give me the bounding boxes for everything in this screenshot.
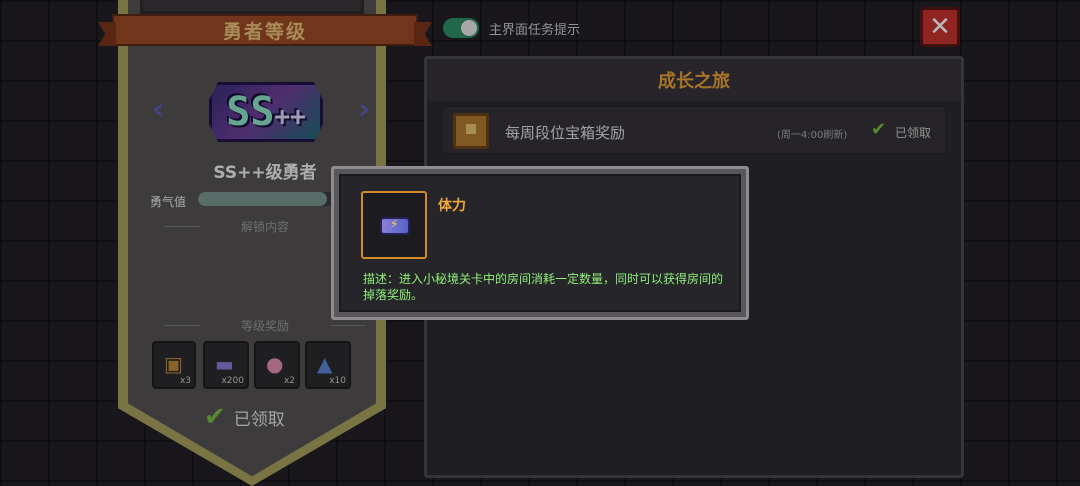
reward-qty: x10 [329, 376, 346, 386]
rank-title-ribbon: 勇者等级 [112, 14, 418, 46]
reward-row-status: 已领取 [895, 126, 932, 140]
rank-claimed-status: ✔ 已领取 [204, 402, 285, 432]
rank-badge-plus: ++ [274, 102, 306, 132]
reward-row-title: 每周段位宝箱奖励 [505, 124, 626, 142]
reward-row-refresh: (周一4:00刷新) [777, 130, 848, 141]
checkmark-icon: ✔ [871, 119, 887, 140]
prev-rank-arrow-icon[interactable]: ‹ [152, 92, 164, 127]
rank-badge: SS++ [205, 76, 327, 148]
rank-panel-title: 勇者等级 [222, 20, 307, 43]
reward-slot-battery[interactable]: ▬ x200 [203, 341, 249, 389]
weekly-chest-reward-row[interactable]: 每周段位宝箱奖励 (周一4:00刷新) ✔ 已领取 [441, 105, 947, 155]
journey-header: 成长之旅 [427, 59, 961, 101]
banner-top-frame [140, 0, 364, 14]
chest-icon: ▣ [164, 352, 183, 376]
reward-qty: x2 [283, 376, 295, 386]
toggle-knob [461, 20, 477, 36]
item-description: 描述：进入小秘境关卡中的房间消耗一定数量，同时可以获得房间的掉落奖励。 [363, 272, 724, 302]
close-button[interactable]: ✕ [920, 7, 960, 47]
rank-badge-text: SS++ [226, 89, 305, 135]
close-icon: ✕ [929, 12, 951, 42]
rank-badge-letters: SS [226, 89, 275, 135]
crystal-icon: ▲ [317, 352, 333, 376]
item-name: 体力 [438, 198, 466, 214]
treasure-chest-icon [453, 113, 489, 149]
reward-qty: x3 [179, 376, 191, 386]
item-tooltip: ⚡ 体力 描述：进入小秘境关卡中的房间消耗一定数量，同时可以获得房间的掉落奖励。 [331, 166, 749, 320]
lightning-icon: ⚡ [390, 217, 399, 231]
courage-label: 勇气值 [150, 195, 187, 209]
reward-slot-paw[interactable]: ● x2 [254, 341, 300, 389]
task-hint-toggle-label: 主界面任务提示 [489, 23, 581, 38]
claimed-label: 已领取 [233, 409, 285, 430]
item-slot: ⚡ [361, 191, 427, 259]
checkmark-icon: ✔ [204, 402, 226, 432]
tooltip-body: ⚡ 体力 描述：进入小秘境关卡中的房间消耗一定数量，同时可以获得房间的掉落奖励。 [339, 174, 741, 312]
reward-qty: x200 [221, 376, 244, 386]
task-hint-toggle[interactable] [443, 18, 479, 38]
battery-icon: ▬ [215, 352, 234, 376]
reward-slot-chest[interactable]: ▣ x3 [152, 341, 196, 389]
energy-battery-icon: ⚡ [380, 217, 410, 235]
journey-title: 成长之旅 [658, 71, 730, 92]
reward-slot-crystal[interactable]: ▲ x10 [305, 341, 351, 389]
courage-progress-bar [198, 192, 338, 206]
courage-progress-fill [198, 192, 327, 206]
paw-icon: ● [266, 352, 284, 376]
next-rank-arrow-icon[interactable]: › [358, 92, 370, 127]
